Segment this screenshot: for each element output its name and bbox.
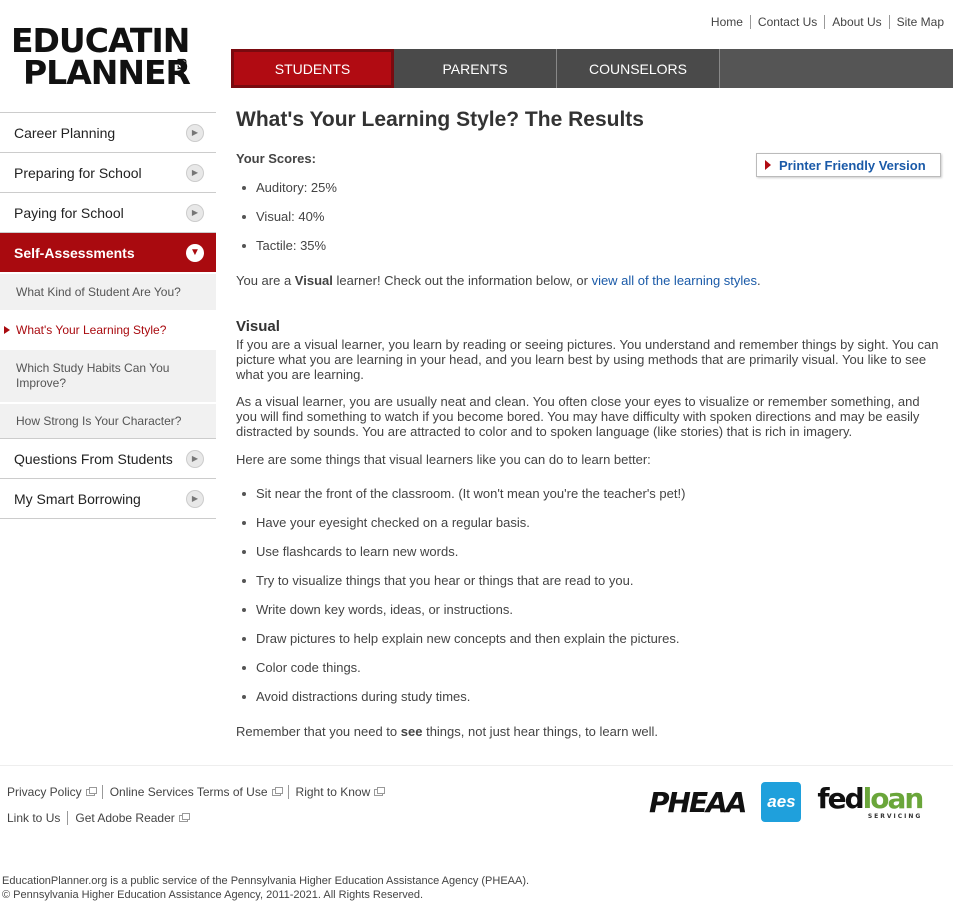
play-arrow-icon: ▶ [186, 163, 204, 182]
section-heading: Visual [236, 318, 280, 335]
sidebar-item-label: Career Planning [14, 124, 116, 141]
play-arrow-icon: ▶ [186, 449, 204, 468]
sidebar-item-my-smart-borrowing[interactable]: My Smart Borrowing ▶ [0, 478, 216, 518]
about-us-link[interactable]: About Us [824, 15, 888, 29]
scores-list: Auditory: 25% Visual: 40% Tactile: 35% [236, 180, 944, 267]
tab-parents[interactable]: PARENTS [394, 49, 557, 88]
play-arrow-icon [765, 160, 771, 170]
result-text: You are a Visual learner! Check out the … [236, 273, 761, 288]
aes-logo[interactable]: aes [761, 782, 802, 822]
sidebar-subitem-character[interactable]: How Strong Is Your Character? [0, 402, 216, 438]
paragraph: As a visual learner, you are usually nea… [236, 394, 920, 439]
terms-of-use-link[interactable]: Online Services Terms of Use [101, 785, 288, 799]
chevron-down-icon: ▼ [186, 243, 204, 262]
page-title: What's Your Learning Style? The Results [236, 108, 644, 131]
printer-friendly-button[interactable]: Printer Friendly Version [756, 153, 941, 177]
list-item: Auditory: 25% [236, 180, 944, 209]
sidebar-item-label: My Smart Borrowing [14, 490, 141, 507]
closing-text: Remember that you need to see things, no… [236, 724, 659, 739]
fedloan-logo[interactable]: fedloan SERVICING [817, 784, 924, 820]
sidebar-item-preparing-for-school[interactable]: Preparing for School ▶ [0, 152, 216, 192]
paragraph: If you are a visual learner, you learn b… [236, 337, 939, 382]
footer-links-row2: Link to Us Get Adobe Reader [7, 811, 195, 825]
footer-links-row1: Privacy Policy Online Services Terms of … [7, 785, 390, 799]
link-to-us-link[interactable]: Link to Us [7, 811, 67, 825]
list-item: Draw pictures to help explain new concep… [236, 631, 944, 660]
sidebar-subitem-learning-style[interactable]: What's Your Learning Style? [0, 310, 216, 348]
list-item: Sit near the front of the classroom. (It… [236, 486, 944, 515]
list-item: Visual: 40% [236, 209, 944, 238]
legal-text: EducationPlanner.org is a public service… [2, 874, 529, 902]
site-map-link[interactable]: Site Map [888, 15, 944, 29]
tips-list: Sit near the front of the classroom. (It… [236, 486, 944, 718]
list-item: Have your eyesight checked on a regular … [236, 515, 944, 544]
external-link-icon [178, 812, 190, 822]
list-item: Try to visualize things that you hear or… [236, 573, 944, 602]
sidebar-item-label: Preparing for School [14, 164, 142, 181]
main-content: What's Your Learning Style? The Results … [236, 108, 944, 739]
result-style: Visual [294, 273, 333, 288]
tab-counselors[interactable]: COUNSELORS [557, 49, 720, 88]
home-link[interactable]: Home [704, 15, 750, 29]
sidebar-item-label: Paying for School [14, 204, 124, 221]
sidebar-item-questions-from-students[interactable]: Questions From Students ▶ [0, 438, 216, 478]
list-item: Tactile: 35% [236, 238, 944, 267]
printer-friendly-label: Printer Friendly Version [779, 157, 926, 173]
copyright-line: © Pennsylvania Higher Education Assistan… [2, 889, 424, 901]
sidebar-subitem-study-habits[interactable]: Which Study Habits Can You Improve? [0, 348, 216, 402]
legal-line-1: EducationPlanner.org is a public service… [2, 875, 530, 887]
contact-us-link[interactable]: Contact Us [749, 15, 824, 29]
utility-nav: Home Contact Us About Us Site Map [704, 15, 944, 29]
list-item: Avoid distractions during study times. [236, 689, 944, 718]
external-link-icon [271, 786, 283, 796]
sidebar-item-self-assessments[interactable]: Self-Assessments ▼ [0, 232, 216, 272]
privacy-policy-link[interactable]: Privacy Policy [7, 785, 102, 799]
right-to-know-link[interactable]: Right to Know [287, 785, 391, 799]
logo-text-line2: PLANNER [23, 53, 191, 92]
partner-logos: PHEAA aes fedloan SERVICING [649, 782, 924, 822]
sidebar-subitem-student-type[interactable]: What Kind of Student Are You? [0, 272, 216, 310]
sidebar-divider [0, 518, 216, 519]
external-link-icon [85, 786, 97, 796]
sidebar-item-label: Questions From Students [14, 450, 173, 467]
main-nav: STUDENTS PARENTS COUNSELORS [231, 49, 953, 88]
footer-divider [0, 765, 953, 766]
sidebar-item-label: Self-Assessments [14, 244, 135, 261]
site-logo[interactable]: EDUCATIN PLANNER .org [11, 22, 211, 92]
logo-org-text: .org [173, 58, 187, 81]
list-item: Color code things. [236, 660, 944, 689]
sidebar: Career Planning ▶ Preparing for School ▶… [0, 112, 216, 519]
play-arrow-icon: ▶ [186, 203, 204, 222]
list-item: Write down key words, ideas, or instruct… [236, 602, 944, 631]
list-item: Use flashcards to learn new words. [236, 544, 944, 573]
tips-intro: Here are some things that visual learner… [236, 452, 651, 467]
external-link-icon [374, 786, 386, 796]
tab-students[interactable]: STUDENTS [231, 49, 394, 88]
adobe-reader-link[interactable]: Get Adobe Reader [67, 811, 194, 825]
sidebar-item-paying-for-school[interactable]: Paying for School ▶ [0, 192, 216, 232]
play-arrow-icon: ▶ [186, 123, 204, 142]
view-all-styles-link[interactable]: view all of the learning styles [592, 273, 757, 288]
sidebar-item-career-planning[interactable]: Career Planning ▶ [0, 112, 216, 152]
play-arrow-icon: ▶ [186, 489, 204, 508]
pheaa-logo[interactable]: PHEAA [649, 786, 747, 819]
